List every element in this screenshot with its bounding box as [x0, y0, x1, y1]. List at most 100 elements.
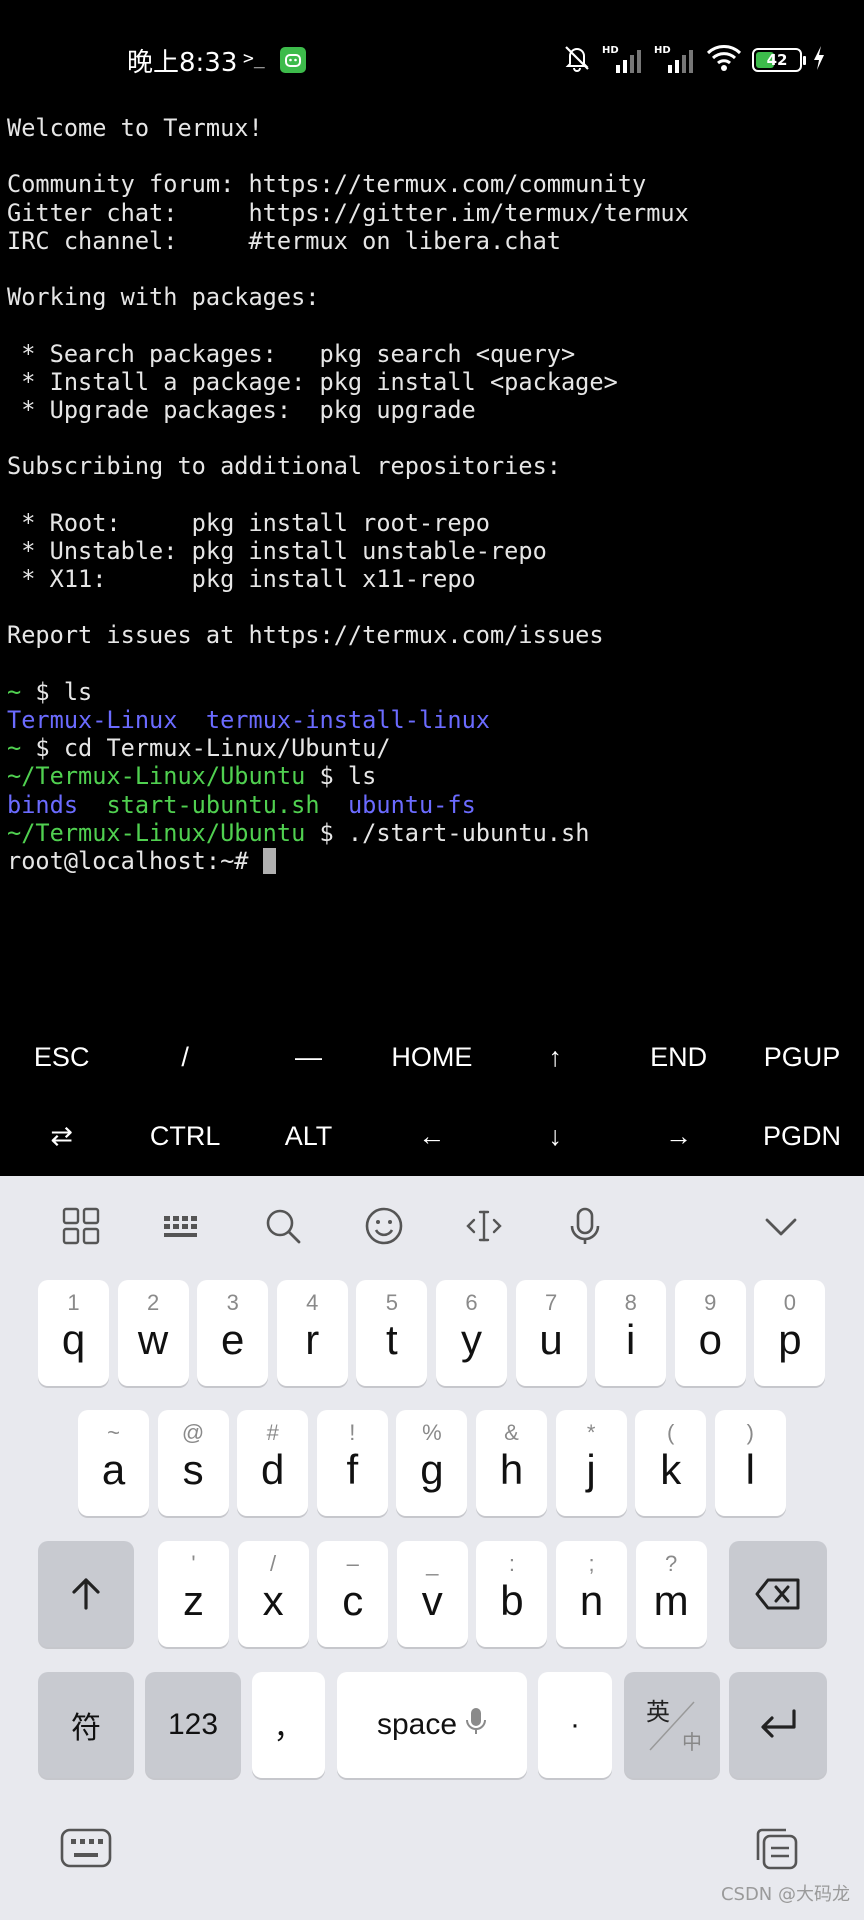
key-label: p: [778, 1316, 802, 1363]
key-f[interactable]: ! f: [316, 1410, 388, 1516]
key-t[interactable]: 5t: [356, 1280, 428, 1386]
key-p[interactable]: 0p: [754, 1280, 826, 1386]
language-divider: [649, 1701, 695, 1751]
emoji-icon[interactable]: [362, 1204, 406, 1248]
terminal-line: ~/Termux-Linux/Ubuntu $ ls: [7, 762, 857, 790]
extra-key-dash[interactable]: —: [247, 1018, 370, 1097]
key-hint: 4: [306, 1290, 319, 1315]
period-key[interactable]: ·: [538, 1672, 612, 1778]
extra-key-esc[interactable]: ESC: [0, 1018, 123, 1097]
extra-key-alt[interactable]: ALT: [247, 1097, 370, 1176]
terminal-text: $ ls: [21, 677, 93, 706]
cursor-move-icon[interactable]: [462, 1204, 506, 1248]
collapse-chevron-icon[interactable]: [759, 1204, 803, 1248]
key-label: i: [626, 1316, 636, 1363]
terminal-text: Report issues at https://termux.com/issu…: [7, 621, 604, 650]
key-label: b: [500, 1577, 524, 1624]
key-z[interactable]: ' z: [158, 1541, 229, 1647]
key-hint: ;: [588, 1551, 595, 1576]
key-q[interactable]: 1q: [38, 1280, 109, 1386]
extra-key-pgup[interactable]: PGUP: [740, 1018, 863, 1097]
keyboard-toolbar: [0, 1176, 864, 1276]
key-u[interactable]: 7u: [515, 1280, 587, 1386]
key-r[interactable]: 4r: [276, 1280, 348, 1386]
extra-key-tab[interactable]: ⇄: [0, 1097, 123, 1176]
key-hint: &: [504, 1420, 519, 1445]
extra-key-down[interactable]: ↓: [494, 1097, 617, 1176]
key-m[interactable]: ? m: [635, 1541, 707, 1647]
key-label: a: [101, 1446, 126, 1493]
key-label: l: [745, 1446, 755, 1493]
terminal-line: ~/Termux-Linux/Ubuntu $ ./start-ubuntu.s…: [7, 819, 857, 847]
terminal-text: $ ./start-ubuntu.sh: [305, 818, 590, 847]
key-n[interactable]: ; n: [556, 1541, 627, 1647]
extra-key-slash[interactable]: /: [123, 1018, 246, 1097]
extra-key-pgdn[interactable]: PGDN: [740, 1097, 863, 1176]
terminal-line: Subscribing to additional repositories:: [7, 452, 857, 480]
keyboard-switch-icon[interactable]: [60, 1826, 112, 1870]
key-l[interactable]: ) l: [714, 1410, 786, 1516]
microphone-icon[interactable]: [563, 1204, 607, 1248]
key-label: w: [137, 1316, 169, 1363]
terminal-text: * Search packages: pkg search <query>: [7, 339, 576, 368]
extra-key-home[interactable]: HOME: [370, 1018, 493, 1097]
key-label: r: [305, 1316, 320, 1363]
app-notification-icon: [280, 47, 306, 73]
key-i[interactable]: 8i: [595, 1280, 667, 1386]
terminal-text: Welcome to Termux!: [7, 114, 263, 142]
extra-key-ctrl[interactable]: CTRL: [123, 1097, 246, 1176]
key-j[interactable]: * j: [555, 1410, 627, 1516]
key-e[interactable]: 3e: [197, 1280, 269, 1386]
terminal-line: ~ $ cd Termux-Linux/Ubuntu/: [7, 734, 857, 762]
terminal-line: root@localhost:~#: [7, 847, 857, 875]
key-label: y: [461, 1316, 482, 1363]
key-c[interactable]: – c: [317, 1541, 389, 1647]
terminal-notification-icon: >_: [243, 48, 265, 69]
terminal-output[interactable]: Welcome to Termux! Community forum: https…: [7, 114, 857, 875]
backspace-key[interactable]: [729, 1541, 827, 1647]
terminal-text: $ cd Termux-Linux/Ubuntu/: [21, 734, 391, 763]
key-d[interactable]: # d: [237, 1410, 309, 1516]
key-label: k: [660, 1446, 682, 1493]
extra-key-right[interactable]: →: [617, 1097, 740, 1176]
key-b[interactable]: :b: [476, 1541, 548, 1647]
key-x[interactable]: / x: [237, 1541, 309, 1647]
terminal-text: ubuntu-fs: [347, 790, 476, 819]
keyboard-layout-icon[interactable]: [160, 1204, 204, 1248]
key-v[interactable]: _ v: [396, 1541, 468, 1647]
terminal-text: ~/Termux-Linux/Ubuntu: [7, 762, 306, 791]
symbols-key[interactable]: 符: [38, 1672, 134, 1778]
key-a[interactable]: ~ a: [78, 1410, 149, 1516]
language-switch-key[interactable]: 英 中: [624, 1672, 720, 1778]
key-s[interactable]: @ s: [157, 1410, 229, 1516]
key-hint: *: [586, 1420, 596, 1445]
key-o[interactable]: 9o: [674, 1280, 746, 1386]
key-g[interactable]: % g: [396, 1410, 468, 1516]
extra-key-left[interactable]: ←: [370, 1097, 493, 1176]
watermark: CSDN @大码龙: [720, 1884, 850, 1905]
terminal-line: Report issues at https://termux.com/issu…: [7, 621, 857, 649]
space-key[interactable]: space: [337, 1672, 527, 1778]
key-w[interactable]: 2w: [117, 1280, 189, 1386]
shift-key[interactable]: [38, 1541, 134, 1647]
extra-key-end[interactable]: END: [617, 1018, 740, 1097]
comma-key[interactable]: ，: [252, 1672, 325, 1778]
apps-grid-icon[interactable]: [59, 1204, 103, 1248]
terminal-line: * Upgrade packages: pkg upgrade: [7, 396, 857, 424]
key-y[interactable]: 6y: [436, 1280, 507, 1386]
enter-key[interactable]: [729, 1672, 827, 1778]
search-icon[interactable]: [261, 1204, 305, 1248]
key-hint: 1: [67, 1290, 80, 1315]
numbers-key[interactable]: 123: [145, 1672, 241, 1778]
clipboard-icon[interactable]: [752, 1824, 802, 1874]
status-time: 晚上8:33: [127, 48, 238, 78]
key-hint: (: [667, 1420, 675, 1445]
key-h[interactable]: & h: [476, 1410, 547, 1516]
extra-key-up[interactable]: ↑: [494, 1018, 617, 1097]
battery-level: 42: [766, 51, 788, 69]
key-k[interactable]: (k: [635, 1410, 707, 1516]
terminal-text: Community forum: https://termux.com/comm…: [7, 170, 647, 199]
